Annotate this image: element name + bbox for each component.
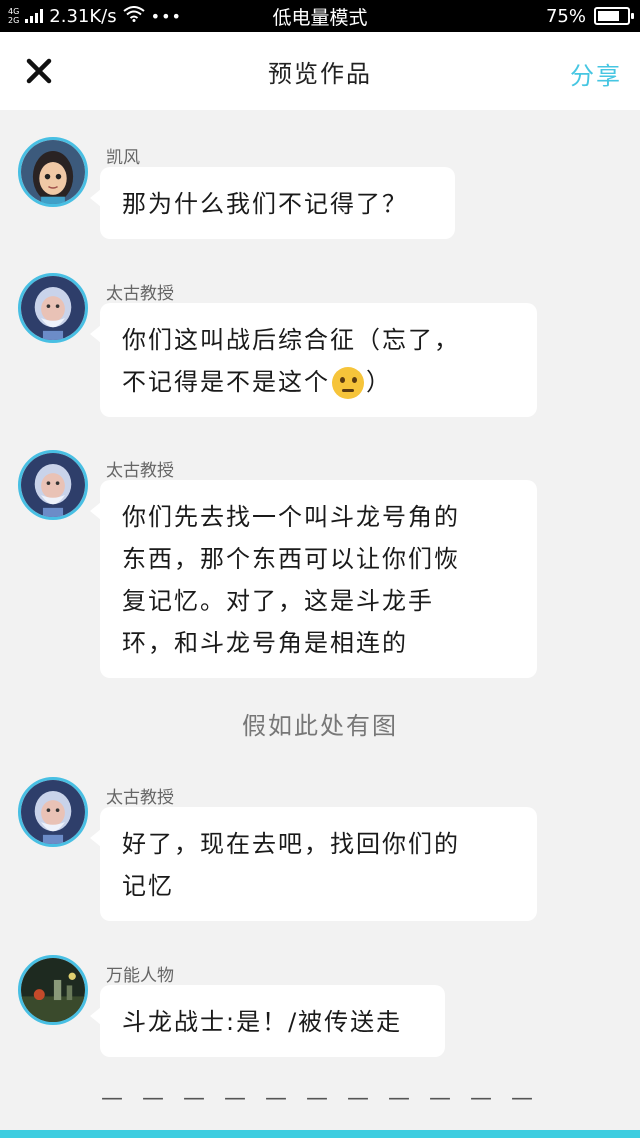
sender-name: 太古教授: [106, 461, 174, 481]
message-bubble[interactable]: 你们先去找一个叫斗龙号角的 东西，那个东西可以让你们恢 复记忆。对了，这是斗龙手…: [90, 480, 537, 678]
avatar[interactable]: [18, 273, 88, 343]
network-tag-bottom: 2G: [8, 16, 20, 25]
thinking-face-icon: [332, 367, 364, 399]
chat-message: 太古教授 好了，现在去吧，找回你们的 记忆: [18, 777, 618, 921]
battery-icon: [594, 7, 634, 25]
status-right: 75%: [545, 5, 634, 27]
chat-message: 凯风 那为什么我们不记得了？: [18, 137, 618, 247]
message-bubble[interactable]: 斗龙战士:是！/被传送走: [90, 985, 445, 1057]
message-bubble[interactable]: 那为什么我们不记得了？: [90, 167, 455, 239]
message-text: 你们先去找一个叫斗龙号角的: [122, 503, 460, 531]
message-text: 记忆: [122, 872, 174, 900]
bottom-accent-bar: [0, 1130, 640, 1138]
message-bubble[interactable]: 好了，现在去吧，找回你们的 记忆: [90, 807, 537, 921]
avatar[interactable]: [18, 955, 88, 1025]
end-marker: — — — — — — — — — — —: [101, 1086, 539, 1111]
girl-avatar-icon: [21, 140, 85, 204]
professor-avatar-icon: [21, 780, 85, 844]
message-text: 斗龙战士:是！/被传送走: [122, 1008, 403, 1036]
message-text-line: 不记得是不是这个 ）: [122, 361, 515, 403]
signal-icon: [25, 9, 44, 23]
network-tag-top: 4G: [8, 7, 20, 16]
status-bar: 4G 2G 2.31K/s ••• 低电量模式 75%: [0, 0, 640, 32]
message-text: 东西，那个东西可以让你们恢: [122, 545, 460, 573]
message-text: 不记得是不是这个: [122, 368, 330, 396]
avatar[interactable]: [18, 777, 88, 847]
share-button[interactable]: 分享: [570, 56, 622, 91]
message-bubble[interactable]: 你们这叫战后综合征（忘了， 不记得是不是这个 ）: [90, 303, 537, 417]
avatar[interactable]: [18, 450, 88, 520]
nav-bar: 预览作品 分享: [0, 32, 640, 110]
message-text: 你们这叫战后综合征（忘了，: [122, 326, 460, 354]
avatar[interactable]: [18, 137, 88, 207]
message-text: ）: [366, 368, 392, 396]
message-text: 好了，现在去吧，找回你们的: [122, 830, 460, 858]
status-left: 4G 2G 2.31K/s •••: [8, 6, 182, 27]
chat-message: 太古教授 你们先去找一个叫斗龙号角的 东西，那个东西可以让你们恢 复记忆。对了，…: [18, 450, 618, 680]
sender-name: 太古教授: [106, 788, 174, 808]
chat-message: 太古教授 你们这叫战后综合征（忘了， 不记得是不是这个 ）: [18, 273, 618, 417]
message-text: 环，和斗龙号角是相连的: [122, 629, 408, 657]
network-speed: 2.31K/s: [49, 5, 117, 27]
message-text: 复记忆。对了，这是斗龙手: [122, 587, 434, 615]
close-button[interactable]: [22, 54, 56, 88]
page-title: 预览作品: [268, 59, 372, 88]
close-icon: [26, 58, 52, 84]
professor-avatar-icon: [21, 276, 85, 340]
more-status-icon: •••: [150, 6, 182, 26]
professor-avatar-icon: [21, 453, 85, 517]
chat-message: 万能人物 斗龙战士:是！/被传送走: [18, 955, 618, 1065]
wifi-icon: [123, 5, 145, 27]
sender-name: 太古教授: [106, 284, 174, 304]
network-type: 4G 2G: [8, 7, 19, 25]
image-placeholder: 假如此处有图: [242, 712, 398, 740]
battery-percent: 75%: [545, 5, 586, 27]
sender-name: 凯风: [106, 148, 140, 168]
battery-fill: [598, 11, 619, 21]
message-text: 那为什么我们不记得了？: [122, 190, 408, 218]
scene-avatar-icon: [21, 958, 85, 1022]
sender-name: 万能人物: [106, 966, 174, 986]
